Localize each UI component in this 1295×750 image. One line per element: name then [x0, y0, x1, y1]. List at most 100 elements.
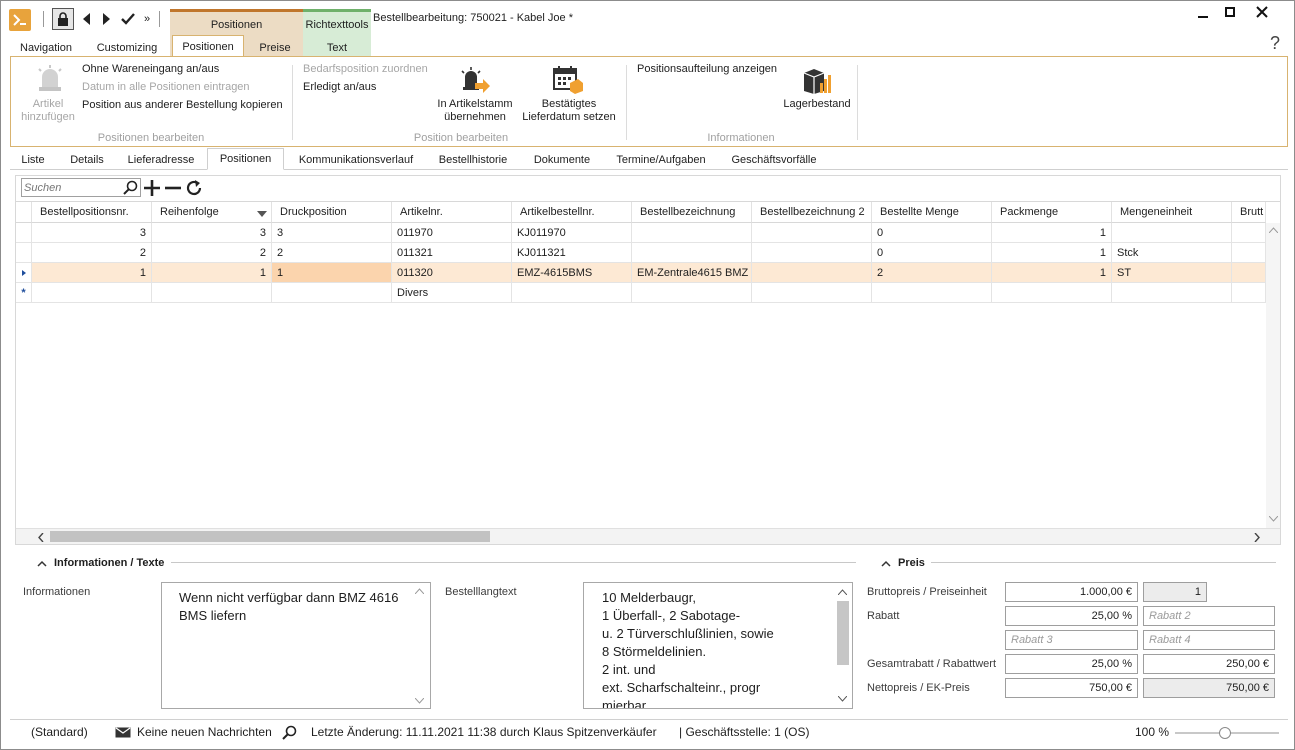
cell[interactable]	[752, 223, 872, 243]
tab-positionen[interactable]: Positionen	[207, 148, 284, 170]
tab-lieferadresse[interactable]: Lieferadresse	[123, 150, 199, 170]
langtext-scrollbar[interactable]	[834, 583, 852, 708]
collapse-preis-icon[interactable]	[881, 558, 891, 567]
cell[interactable]: 2	[32, 243, 152, 263]
rabatt-3-input[interactable]: Rabatt 3	[1005, 630, 1138, 650]
bestelllangtext-textarea[interactable]: 10 Melderbaugr, 1 Überfall-, 2 Sabotage-…	[583, 582, 853, 709]
cell[interactable]: 1	[992, 223, 1112, 243]
refresh-icon[interactable]	[185, 179, 203, 197]
lieferdatum-setzen-button[interactable]: Bestätigtes Lieferdatum setzen	[519, 98, 619, 124]
table-row-new[interactable]: * Divers	[16, 283, 1280, 303]
lagerbestand-button[interactable]: Lagerbestand	[781, 98, 853, 110]
artikel-hinzufuegen-button[interactable]: Artikel hinzufügen	[18, 98, 78, 124]
zoom-slider-thumb[interactable]	[1219, 727, 1231, 739]
check-icon[interactable]	[119, 10, 137, 28]
maximize-button[interactable]	[1222, 5, 1238, 19]
cell[interactable]: 0	[872, 223, 992, 243]
position-kopieren-button[interactable]: Position aus anderer Bestellung kopieren	[82, 99, 283, 111]
ribbon-tab-text[interactable]: Text	[305, 39, 369, 57]
cell[interactable]	[752, 263, 872, 283]
collapse-info-icon[interactable]	[37, 558, 47, 567]
cell[interactable]: 3	[272, 223, 392, 243]
zoom-slider[interactable]	[1175, 725, 1279, 741]
cell[interactable]: KJ011321	[512, 243, 632, 263]
erledigt-button[interactable]: Erledigt an/aus	[303, 81, 376, 93]
cell-focused[interactable]: 1	[272, 263, 392, 283]
cell[interactable]	[632, 243, 752, 263]
cell[interactable]	[872, 283, 992, 303]
col-bestellbezeichnung-2[interactable]: Bestellbezeichnung 2	[752, 202, 872, 223]
bedarfsposition-button[interactable]: Bedarfsposition zuordnen	[303, 63, 428, 75]
cell[interactable]: KJ011970	[512, 223, 632, 243]
status-nachrichten[interactable]: Keine neuen Nachrichten	[137, 722, 272, 742]
artikelstamm-button[interactable]: In Artikelstamm übernehmen	[431, 98, 519, 124]
cell[interactable]: 1	[992, 243, 1112, 263]
tab-kommunikationsverlauf[interactable]: Kommunikationsverlauf	[291, 150, 421, 170]
rabattwert-input[interactable]: 250,00 €	[1143, 654, 1275, 674]
cell[interactable]: 3	[152, 223, 272, 243]
minimize-button[interactable]	[1193, 7, 1213, 21]
table-row-selected[interactable]: 1 1 1 011320 EMZ-4615BMS EM-Zentrale4615…	[16, 263, 1280, 283]
cell[interactable]: 2	[272, 243, 392, 263]
cell[interactable]: 1	[152, 263, 272, 283]
cell[interactable]: 1	[992, 263, 1112, 283]
lock-icon[interactable]	[52, 8, 74, 30]
status-standard[interactable]: (Standard)	[31, 722, 88, 742]
table-row[interactable]: 2 2 2 011321 KJ011321 0 1 Stck	[16, 243, 1280, 263]
ribbon-tab-navigation[interactable]: Navigation	[13, 39, 79, 57]
ribbon-tab-preise[interactable]: Preise	[249, 39, 301, 57]
ohne-wareneingang-button[interactable]: Ohne Wareneingang an/aus	[82, 63, 219, 75]
cell[interactable]	[632, 223, 752, 243]
positionsaufteilung-button[interactable]: Positionsaufteilung anzeigen	[637, 63, 777, 75]
table-row[interactable]: 3 3 3 011970 KJ011970 0 1	[16, 223, 1280, 243]
nettopreis-input[interactable]: 750,00 €	[1005, 678, 1138, 698]
tab-dokumente[interactable]: Dokumente	[527, 150, 597, 170]
cell[interactable]	[512, 283, 632, 303]
rabatt-4-input[interactable]: Rabatt 4	[1143, 630, 1275, 650]
vertical-scrollbar[interactable]	[1266, 223, 1280, 528]
cell[interactable]: 1	[32, 263, 152, 283]
preiseinheit-input[interactable]: 1	[1143, 582, 1207, 602]
tab-details[interactable]: Details	[63, 150, 111, 170]
remove-icon[interactable]	[164, 179, 182, 197]
col-packmenge[interactable]: Packmenge	[992, 202, 1112, 223]
tab-termine-aufgaben[interactable]: Termine/Aufgaben	[609, 150, 713, 170]
close-button[interactable]	[1255, 5, 1271, 21]
tab-liste[interactable]: Liste	[15, 150, 51, 170]
informationen-textarea[interactable]: Wenn nicht verfügbar dann BMZ 4616 BMS l…	[161, 582, 431, 709]
datum-alle-positionen-button[interactable]: Datum in alle Positionen eintragen	[82, 81, 250, 93]
cell[interactable]: 011320	[392, 263, 512, 283]
cell[interactable]	[272, 283, 392, 303]
ribbon-tab-customizing[interactable]: Customizing	[91, 39, 163, 57]
col-artikelnr[interactable]: Artikelnr.	[392, 202, 512, 223]
col-druckposition[interactable]: Druckposition	[272, 202, 392, 223]
rabatt-2-input[interactable]: Rabatt 2	[1143, 606, 1275, 626]
search-icon[interactable]	[123, 180, 139, 195]
cell[interactable]: 011321	[392, 243, 512, 263]
cell[interactable]: 011970	[392, 223, 512, 243]
cell[interactable]	[1112, 223, 1232, 243]
cell[interactable]	[32, 283, 152, 303]
more-icon[interactable]: »	[141, 10, 153, 28]
ek-preis-input[interactable]: 750,00 €	[1143, 678, 1275, 698]
horizontal-scroll-thumb[interactable]	[50, 531, 490, 542]
col-reihenfolge[interactable]: Reihenfolge	[152, 202, 272, 223]
col-bestellte-menge[interactable]: Bestellte Menge	[872, 202, 992, 223]
col-bestellbezeichnung[interactable]: Bestellbezeichnung	[632, 202, 752, 223]
col-mengeneinheit[interactable]: Mengeneinheit	[1112, 202, 1232, 223]
cell[interactable]: ST	[1112, 263, 1232, 283]
cell[interactable]	[992, 283, 1112, 303]
col-bestellpositionsnr[interactable]: Bestellpositionsnr.	[32, 202, 152, 223]
cell[interactable]	[1112, 283, 1232, 303]
cell[interactable]: 2	[872, 263, 992, 283]
bruttopreis-input[interactable]: 1.000,00 €	[1005, 582, 1138, 602]
help-button[interactable]: ?	[1270, 33, 1280, 54]
gesamtrabatt-input[interactable]: 25,00 %	[1005, 654, 1138, 674]
cell[interactable]: EMZ-4615BMS	[512, 263, 632, 283]
cell[interactable]: 3	[32, 223, 152, 243]
cell[interactable]	[152, 283, 272, 303]
tab-bestellhistorie[interactable]: Bestellhistorie	[433, 150, 513, 170]
status-search-icon[interactable]	[282, 725, 298, 741]
cell[interactable]: Divers	[392, 283, 512, 303]
cell[interactable]: EM-Zentrale4615 BMZ	[632, 263, 752, 283]
